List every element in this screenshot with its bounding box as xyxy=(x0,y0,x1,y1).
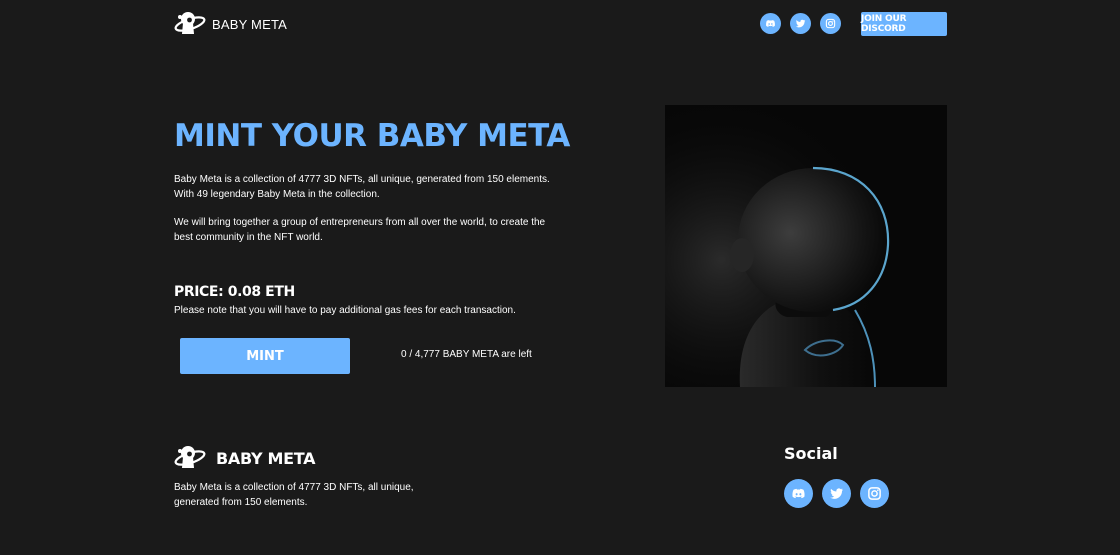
brand-link[interactable]: BABY META xyxy=(174,10,287,38)
discord-icon[interactable] xyxy=(784,479,813,508)
footer-social-icons xyxy=(784,479,889,508)
site-header: BABY META JOIN OUR DISCORD xyxy=(174,10,947,38)
instagram-icon[interactable] xyxy=(820,13,841,34)
join-discord-button[interactable]: JOIN OUR DISCORD xyxy=(861,12,947,36)
supply-counter: 0 / 4,777 BABY META are left xyxy=(401,349,532,360)
page-title: MINT YOUR BABY META xyxy=(174,118,570,154)
instagram-icon[interactable] xyxy=(860,479,889,508)
price-label: PRICE: 0.08 ETH xyxy=(174,284,295,300)
twitter-icon[interactable] xyxy=(822,479,851,508)
discord-icon[interactable] xyxy=(760,13,781,34)
logo-icon xyxy=(174,442,208,475)
hero-description-2: We will bring together a group of entrep… xyxy=(174,217,546,243)
hero-description-1: Baby Meta is a collection of 4777 3D NFT… xyxy=(174,174,550,200)
gas-fee-note: Please note that you will have to pay ad… xyxy=(174,305,516,316)
baby-meta-character-image xyxy=(665,105,947,387)
mint-button[interactable]: MINT xyxy=(180,338,350,374)
header-social-icons xyxy=(760,13,841,34)
brand-name: BABY META xyxy=(212,16,288,32)
footer-brand[interactable]: BABY META xyxy=(174,442,316,475)
twitter-icon[interactable] xyxy=(790,13,811,34)
footer-description: Baby Meta is a collection of 4777 3D NFT… xyxy=(174,482,414,508)
social-heading: Social xyxy=(784,444,838,463)
footer-brand-name: BABY META xyxy=(216,449,316,468)
logo-icon xyxy=(174,8,208,41)
